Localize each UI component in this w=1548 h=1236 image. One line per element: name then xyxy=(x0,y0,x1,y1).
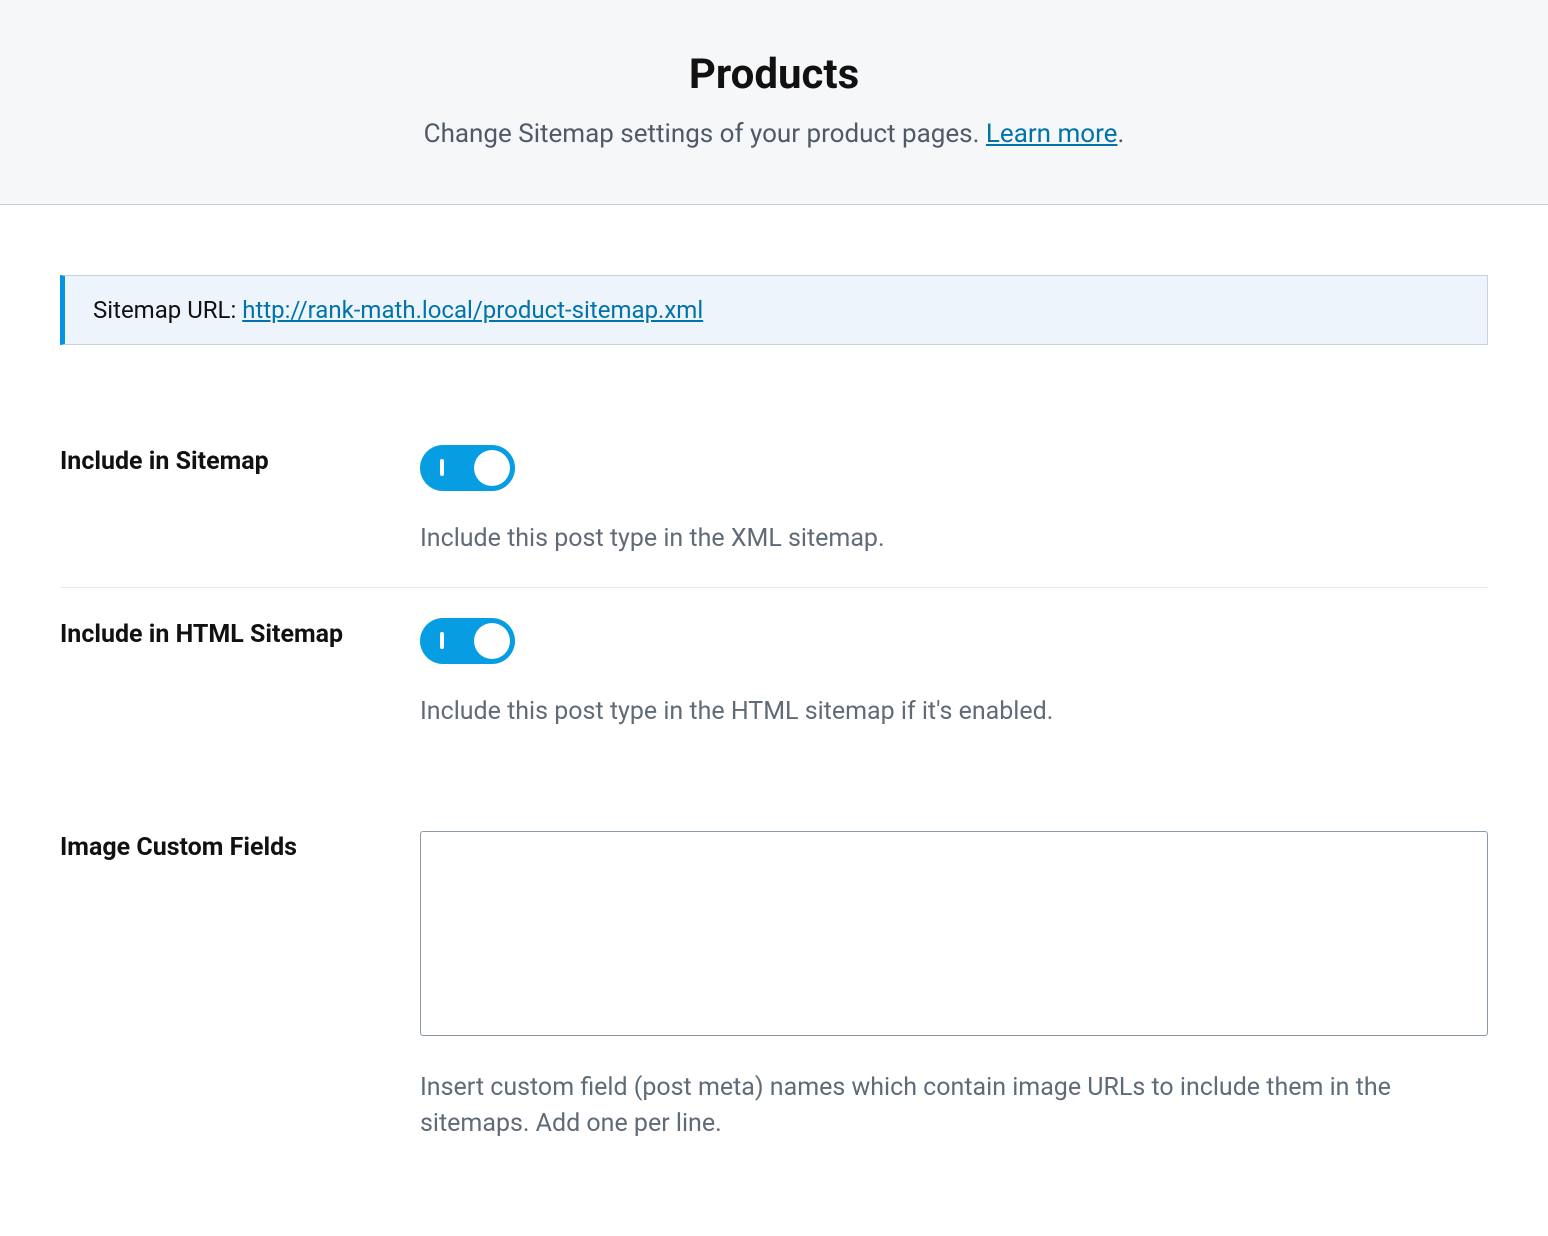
toggle-knob-icon xyxy=(474,623,510,659)
settings-content: Sitemap URL: http://rank-math.local/prod… xyxy=(0,205,1548,1172)
setting-include-html-sitemap: Include in HTML Sitemap Include this pos… xyxy=(60,588,1488,760)
sitemap-url-link[interactable]: http://rank-math.local/product-sitemap.x… xyxy=(242,296,703,324)
spacer xyxy=(60,761,1488,801)
page-subtitle: Change Sitemap settings of your product … xyxy=(0,119,1548,149)
setting-include-sitemap: Include in Sitemap Include this post typ… xyxy=(60,415,1488,588)
include-html-sitemap-toggle[interactable] xyxy=(420,618,515,664)
page-header: Products Change Sitemap settings of your… xyxy=(0,0,1548,205)
include-html-sitemap-control: Include this post type in the HTML sitem… xyxy=(420,618,1488,730)
image-custom-fields-description: Insert custom field (post meta) names wh… xyxy=(420,1070,1488,1143)
image-custom-fields-control: Insert custom field (post meta) names wh… xyxy=(420,831,1488,1143)
learn-more-link[interactable]: Learn more xyxy=(986,119,1118,149)
subtitle-suffix: . xyxy=(1117,119,1124,149)
subtitle-text: Change Sitemap settings of your product … xyxy=(424,119,986,149)
page-title: Products xyxy=(0,50,1548,99)
include-html-sitemap-label: Include in HTML Sitemap xyxy=(60,618,420,652)
toggle-knob-icon xyxy=(474,450,510,486)
include-sitemap-label: Include in Sitemap xyxy=(60,445,420,479)
sitemap-url-notice: Sitemap URL: http://rank-math.local/prod… xyxy=(60,275,1488,345)
image-custom-fields-textarea[interactable] xyxy=(420,831,1488,1036)
include-sitemap-toggle[interactable] xyxy=(420,445,515,491)
include-html-sitemap-description: Include this post type in the HTML sitem… xyxy=(420,694,1488,730)
toggle-on-indicator-icon xyxy=(440,459,444,476)
include-sitemap-control: Include this post type in the XML sitema… xyxy=(420,445,1488,557)
image-custom-fields-label: Image Custom Fields xyxy=(60,831,420,865)
sitemap-url-label: Sitemap URL: xyxy=(93,296,242,324)
setting-image-custom-fields: Image Custom Fields Insert custom field … xyxy=(60,801,1488,1173)
include-sitemap-description: Include this post type in the XML sitema… xyxy=(420,521,1488,557)
toggle-on-indicator-icon xyxy=(440,632,444,649)
